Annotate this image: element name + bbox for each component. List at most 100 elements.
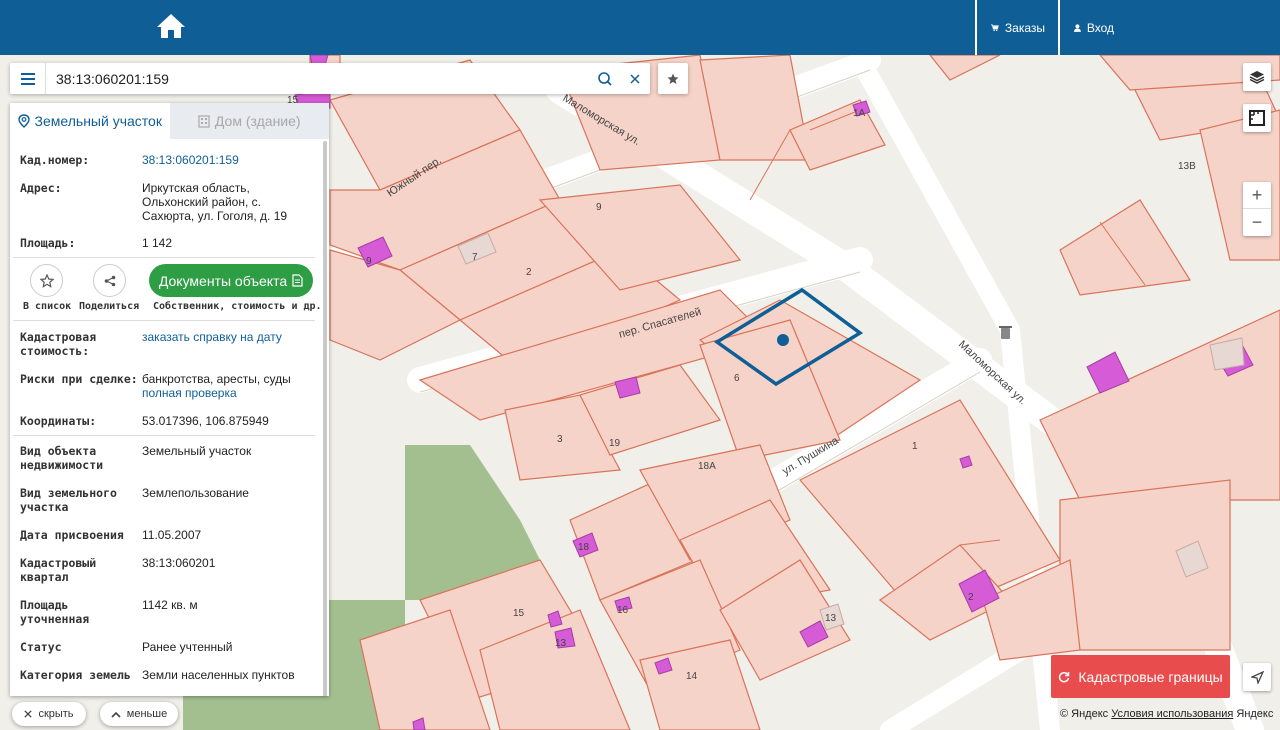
cadastral-borders-button[interactable]: Кадастровые границы <box>1051 655 1230 698</box>
cad-cost-label: Кадастровая стоимость: <box>20 330 97 358</box>
search-input[interactable] <box>46 64 590 93</box>
divider <box>13 320 315 321</box>
menu-icon <box>20 72 35 85</box>
document-icon <box>292 274 303 287</box>
assign-date-value: 11.05.2007 <box>142 528 202 542</box>
parcel-number: 2 <box>968 592 974 603</box>
layers-button[interactable] <box>1243 63 1271 91</box>
area-precise-label: Площадь уточненная <box>20 598 90 626</box>
parcel-number: 16 <box>617 605 629 616</box>
parcel-number: 19 <box>609 438 621 449</box>
parcel-number: 9 <box>366 256 372 267</box>
close-icon <box>24 710 33 718</box>
building-icon <box>198 114 210 128</box>
land-type-value: Землепользование <box>142 486 249 500</box>
less-button[interactable]: меньше <box>100 702 178 726</box>
less-label: меньше <box>126 708 168 720</box>
risks-text: банкротства, аресты, суды <box>142 372 291 386</box>
row-cad-cost: Кадастровая стоимость: заказать справку … <box>20 330 316 360</box>
risks-label: Риски при сделке: <box>20 372 138 386</box>
add-to-list-label: В список <box>23 301 72 312</box>
parcel-number: 18 <box>578 542 590 553</box>
row-coords: Координаты: 53.017396, 106.875949 <box>20 414 316 430</box>
documents-label: Документы объекта <box>158 272 288 289</box>
area-precise-value: 1142 кв. м <box>142 598 198 612</box>
orders-label: Заказы <box>1004 20 1045 35</box>
address-value: Иркутская область, Ольхонский район, с. … <box>142 181 288 223</box>
panel-scrollbar[interactable] <box>323 141 327 696</box>
row-area-precise: Площадь уточненная 1142 кв. м <box>20 598 316 628</box>
status-label: Статус <box>20 640 62 654</box>
parcel-number: 13 <box>555 638 567 649</box>
hide-button[interactable]: скрыть <box>12 702 86 726</box>
tab-label: Дом (здание) <box>214 113 301 129</box>
cad-number-value[interactable]: 38:13:060201:159 <box>142 153 312 167</box>
row-address: Адрес: Иркутская область, Ольхонский рай… <box>20 181 316 225</box>
documents-sub-label: Собственник, стоимость и др. <box>153 301 322 312</box>
geolocation-button[interactable] <box>1243 663 1271 691</box>
search-button[interactable] <box>590 63 620 94</box>
layers-icon <box>1249 71 1265 84</box>
address-label: Адрес: <box>20 181 62 195</box>
ruler-button[interactable] <box>1243 104 1271 132</box>
favorite-button[interactable] <box>658 63 688 94</box>
panel-tabs: Земельный участок Дом (здание) <box>10 103 329 139</box>
quarter-value: 38:13:060201 <box>142 556 216 570</box>
star-outline-icon <box>39 273 54 288</box>
login-button[interactable]: Вход <box>1058 0 1128 55</box>
row-risks: Риски при сделке: банкротства, аресты, с… <box>20 372 316 402</box>
parcel-number: 18А <box>698 461 716 472</box>
risks-value: банкротства, аресты, суды полная проверк… <box>142 372 312 400</box>
cad-number-label: Кад.номер: <box>20 153 90 167</box>
tab-building[interactable]: Дом (здание) <box>169 103 329 139</box>
action-buttons: В список Поделиться Документы объекта Со… <box>10 257 323 319</box>
menu-button[interactable] <box>10 63 46 94</box>
parcel-number: 6 <box>734 373 740 384</box>
divider <box>13 435 315 436</box>
full-check-link[interactable]: полная проверка <box>142 386 237 400</box>
zoom-control: + − <box>1243 182 1271 236</box>
home-icon[interactable] <box>155 12 187 40</box>
row-area: Площадь: 1 142 <box>20 236 316 252</box>
assign-date-label: Дата присвоения <box>20 528 124 542</box>
land-category-value: Земли населенных пунктов <box>142 668 295 682</box>
login-label: Вход <box>1086 20 1114 35</box>
share-icon <box>104 275 115 286</box>
share-label: Поделиться <box>79 301 140 312</box>
land-type-label: Вид земельного участка <box>20 486 117 514</box>
parcel-number: 9 <box>596 202 602 213</box>
row-status: Статус Ранее учтенный <box>20 640 316 656</box>
location-pin-icon <box>17 114 30 128</box>
row-land-type: Вид земельного участка Землепользование <box>20 486 316 516</box>
zoom-in-button[interactable]: + <box>1243 182 1271 209</box>
parcel-number: 1 <box>912 441 918 452</box>
parcel-number: 13В <box>1178 161 1196 172</box>
area-label: Площадь: <box>20 236 76 250</box>
search-bar <box>10 63 650 94</box>
clear-button[interactable] <box>620 63 650 94</box>
orders-button[interactable]: Заказы <box>975 0 1059 55</box>
add-to-list-button[interactable] <box>30 264 63 297</box>
terms-link[interactable]: Условия использования <box>1111 708 1233 720</box>
map-copyright: © Яндекс Условия использования Яндекс <box>1060 708 1273 720</box>
parcel-number: 7 <box>472 252 478 263</box>
yandex-logo[interactable]: Яндекс <box>1236 708 1273 720</box>
status-value: Ранее учтенный <box>142 640 233 654</box>
parcel-number: 13 <box>825 613 837 624</box>
coords-value: 53.017396, 106.875949 <box>142 414 269 428</box>
chevron-up-icon <box>111 711 121 718</box>
zoom-out-button[interactable]: − <box>1243 209 1271 236</box>
tab-land-plot[interactable]: Земельный участок <box>10 103 170 139</box>
parcel-number: 14 <box>686 671 698 682</box>
top-bar: Заказы Вход <box>0 0 1280 55</box>
selected-point <box>777 334 789 346</box>
cadastral-borders-label: Кадастровые границы <box>1078 668 1223 685</box>
copyright-text: © Яндекс <box>1060 708 1109 720</box>
tab-label: Земельный участок <box>34 113 162 129</box>
search-icon <box>598 71 612 86</box>
order-certificate-link[interactable]: заказать справку на дату <box>142 330 312 344</box>
documents-button[interactable]: Документы объекта <box>149 264 313 297</box>
info-panel: Земельный участок Дом (здание) Кад.номер… <box>10 103 329 696</box>
quarter-label: Кадастровый квартал <box>20 556 97 584</box>
share-button[interactable] <box>93 264 126 297</box>
